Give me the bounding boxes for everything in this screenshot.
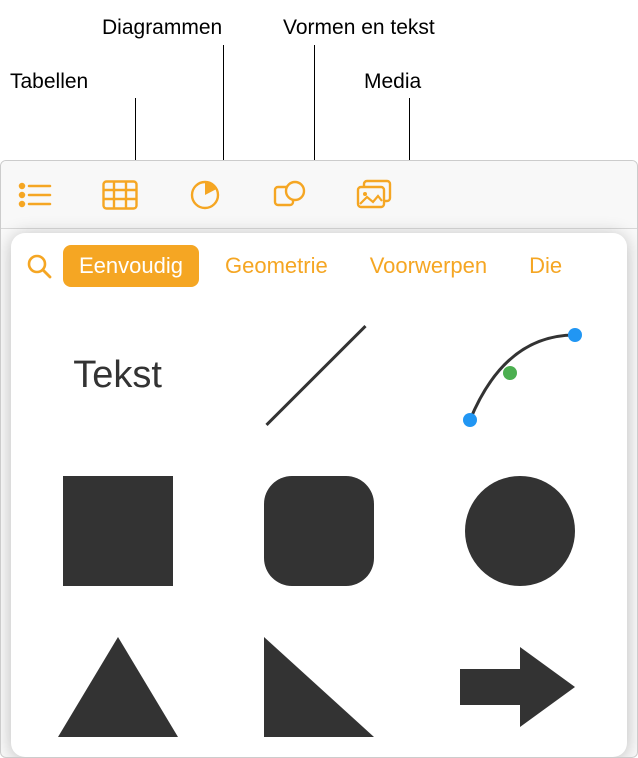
callout-vormen-label: Vormen en tekst (283, 16, 435, 40)
list-icon[interactable] (15, 175, 55, 215)
shape-right-triangle[interactable] (249, 627, 389, 747)
shape-text[interactable]: Tekst (48, 315, 188, 435)
shape-curve[interactable] (450, 315, 590, 435)
line-icon (261, 318, 376, 433)
table-icon[interactable] (100, 175, 140, 215)
shape-circle[interactable] (450, 471, 590, 591)
curve-icon (450, 315, 590, 435)
right-triangle-icon (264, 637, 374, 737)
tab-die[interactable]: Die (513, 245, 578, 287)
shape-square[interactable] (48, 471, 188, 591)
media-icon[interactable] (355, 175, 395, 215)
tab-geometrie[interactable]: Geometrie (209, 245, 344, 287)
toolbar (1, 161, 637, 229)
shape-icon[interactable] (270, 175, 310, 215)
shape-line[interactable] (249, 315, 389, 435)
tab-eenvoudig[interactable]: Eenvoudig (63, 245, 199, 287)
shapes-popover: Eenvoudig Geometrie Voorwerpen Die Tekst (11, 233, 627, 757)
shape-triangle[interactable] (48, 627, 188, 747)
callout-area: Diagrammen Tabellen Vormen en tekst Medi… (0, 0, 638, 160)
shape-rounded-square[interactable] (249, 471, 389, 591)
arrow-icon (460, 647, 580, 727)
callout-media-label: Media (364, 70, 421, 94)
circle-icon (465, 476, 575, 586)
rounded-square-icon (264, 476, 374, 586)
shape-text-label: Tekst (73, 354, 162, 397)
callout-tabellen-label: Tabellen (10, 70, 88, 94)
tab-voorwerpen[interactable]: Voorwerpen (354, 245, 503, 287)
popover-arrow (312, 233, 336, 234)
shapes-grid: Tekst (11, 295, 627, 757)
search-icon[interactable] (25, 252, 53, 280)
triangle-icon (58, 637, 178, 737)
shape-arrow[interactable] (450, 627, 590, 747)
callout-diagrammen-label: Diagrammen (102, 16, 222, 40)
chart-icon[interactable] (185, 175, 225, 215)
app-window: Eenvoudig Geometrie Voorwerpen Die Tekst (0, 160, 638, 758)
square-icon (63, 476, 173, 586)
tab-row: Eenvoudig Geometrie Voorwerpen Die (11, 233, 627, 295)
